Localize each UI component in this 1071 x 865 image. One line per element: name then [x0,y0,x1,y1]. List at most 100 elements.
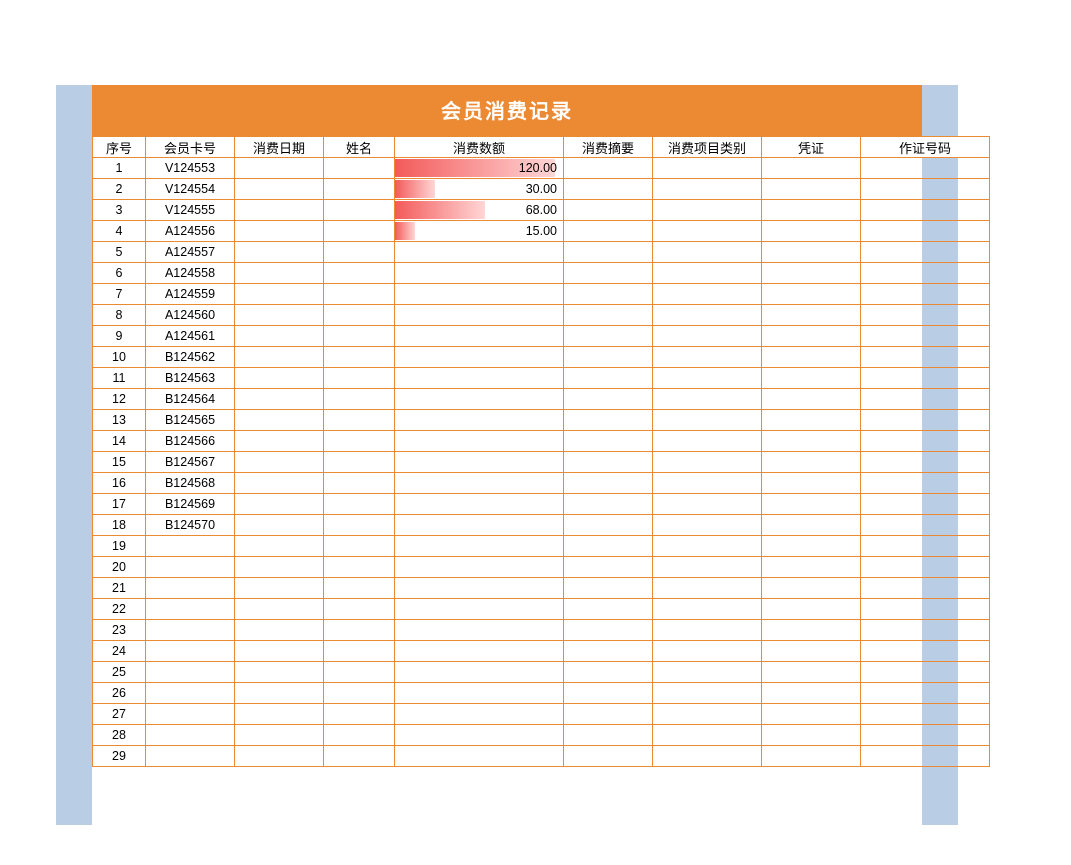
cell[interactable] [861,599,990,620]
cell[interactable] [653,557,762,578]
cell[interactable] [653,473,762,494]
cell[interactable] [564,158,653,179]
cell[interactable] [324,641,395,662]
cell[interactable] [146,746,235,767]
cell[interactable] [324,683,395,704]
amount-cell[interactable] [395,620,564,641]
cell[interactable] [564,725,653,746]
cell[interactable] [762,494,861,515]
cell[interactable] [653,179,762,200]
table-row[interactable]: 3V12455568.00 [93,200,990,221]
table-row[interactable]: 2V12455430.00 [93,179,990,200]
table-row[interactable]: 22 [93,599,990,620]
amount-cell[interactable]: 15.00 [395,221,564,242]
cell[interactable] [564,620,653,641]
cell[interactable] [324,158,395,179]
cell[interactable] [861,305,990,326]
cell[interactable] [324,452,395,473]
cell[interactable] [146,557,235,578]
table-row[interactable]: 26 [93,683,990,704]
cell[interactable]: 23 [93,620,146,641]
cell[interactable] [861,452,990,473]
cell[interactable] [235,158,324,179]
cell[interactable] [324,305,395,326]
cell[interactable] [235,410,324,431]
cell[interactable]: 13 [93,410,146,431]
amount-cell[interactable] [395,746,564,767]
amount-cell[interactable] [395,578,564,599]
amount-cell[interactable] [395,704,564,725]
cell[interactable]: A124559 [146,284,235,305]
table-row[interactable]: 16B124568 [93,473,990,494]
cell[interactable] [564,536,653,557]
cell[interactable]: A124560 [146,305,235,326]
table-row[interactable]: 28 [93,725,990,746]
cell[interactable] [564,515,653,536]
cell[interactable]: 26 [93,683,146,704]
cell[interactable] [324,389,395,410]
cell[interactable]: A124556 [146,221,235,242]
amount-cell[interactable] [395,347,564,368]
amount-cell[interactable] [395,641,564,662]
cell[interactable]: B124570 [146,515,235,536]
cell[interactable] [564,410,653,431]
cell[interactable] [146,683,235,704]
cell[interactable] [324,746,395,767]
cell[interactable] [762,557,861,578]
cell[interactable] [861,494,990,515]
cell[interactable]: 4 [93,221,146,242]
cell[interactable] [861,683,990,704]
cell[interactable] [653,368,762,389]
amount-cell[interactable] [395,452,564,473]
cell[interactable] [235,179,324,200]
cell[interactable] [762,620,861,641]
cell[interactable] [762,641,861,662]
cell[interactable] [324,221,395,242]
amount-cell[interactable] [395,284,564,305]
cell[interactable] [324,536,395,557]
cell[interactable] [235,200,324,221]
amount-cell[interactable] [395,536,564,557]
cell[interactable] [564,704,653,725]
table-row[interactable]: 6A124558 [93,263,990,284]
cell[interactable]: B124562 [146,347,235,368]
cell[interactable]: B124568 [146,473,235,494]
cell[interactable] [861,431,990,452]
cell[interactable] [653,221,762,242]
cell[interactable]: 14 [93,431,146,452]
cell[interactable] [762,326,861,347]
cell[interactable] [235,326,324,347]
cell[interactable] [653,578,762,599]
cell[interactable] [564,263,653,284]
cell[interactable] [653,746,762,767]
amount-cell[interactable] [395,662,564,683]
cell[interactable] [762,242,861,263]
cell[interactable]: 17 [93,494,146,515]
cell[interactable] [235,305,324,326]
amount-cell[interactable] [395,410,564,431]
cell[interactable] [146,641,235,662]
cell[interactable] [564,578,653,599]
cell[interactable]: 5 [93,242,146,263]
cell[interactable] [653,704,762,725]
cell[interactable] [146,620,235,641]
cell[interactable] [146,704,235,725]
cell[interactable]: V124555 [146,200,235,221]
cell[interactable] [861,263,990,284]
cell[interactable]: B124566 [146,431,235,452]
cell[interactable] [762,452,861,473]
table-row[interactable]: 15B124567 [93,452,990,473]
cell[interactable] [762,725,861,746]
cell[interactable] [146,725,235,746]
cell[interactable]: 9 [93,326,146,347]
amount-cell[interactable] [395,473,564,494]
cell[interactable] [861,725,990,746]
cell[interactable] [653,305,762,326]
cell[interactable] [564,452,653,473]
cell[interactable] [762,431,861,452]
cell[interactable] [235,452,324,473]
cell[interactable] [146,662,235,683]
cell[interactable] [861,536,990,557]
cell[interactable]: B124565 [146,410,235,431]
cell[interactable] [653,620,762,641]
